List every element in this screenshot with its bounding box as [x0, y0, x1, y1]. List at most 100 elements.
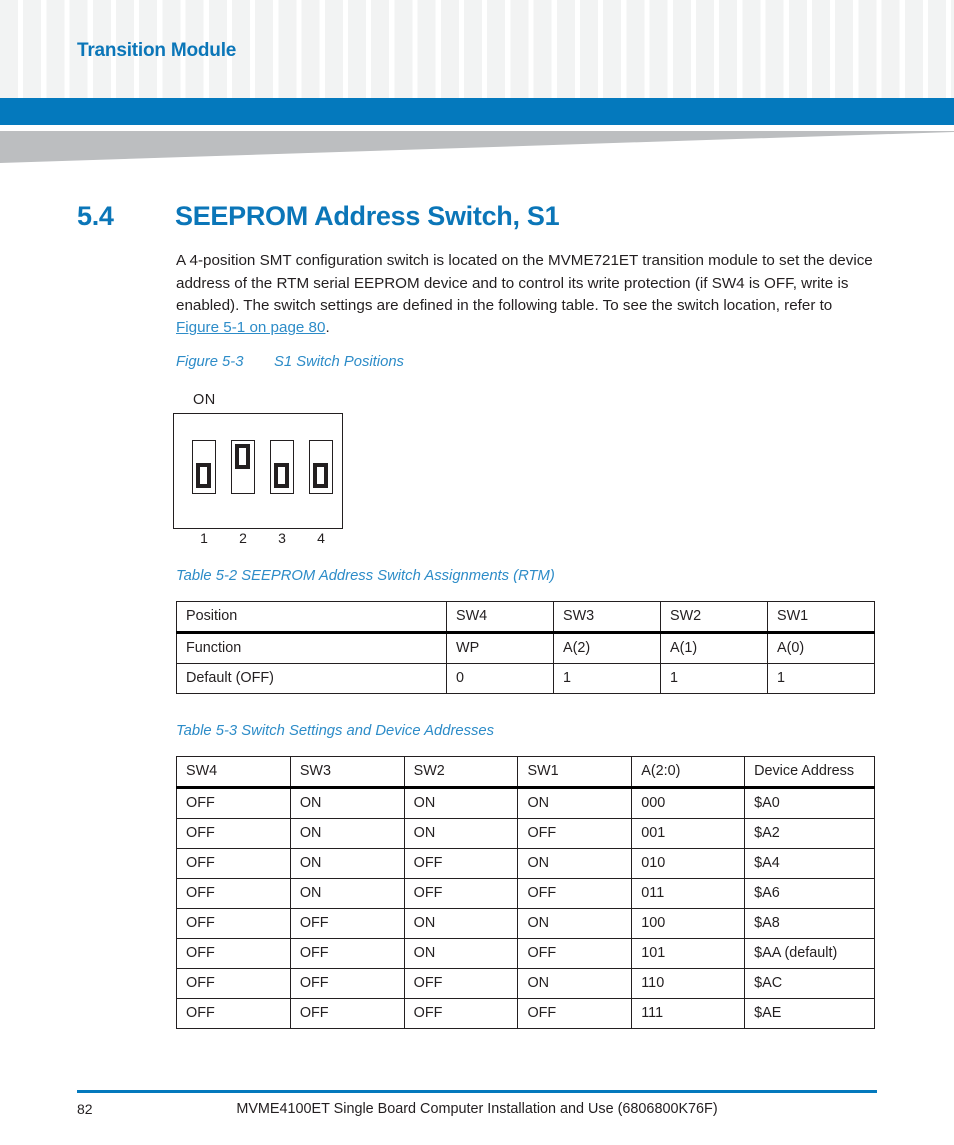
cell: $A4 — [744, 848, 875, 879]
cell: $A8 — [744, 908, 875, 939]
cell: ON — [517, 968, 633, 999]
cell: A(2) — [553, 632, 661, 664]
cell: 111 — [631, 998, 746, 1029]
cell: $AC — [744, 968, 875, 999]
table-row: OFF OFF OFF ON 110 $AC — [176, 968, 875, 999]
column-header-a20: A(2:0) — [631, 756, 746, 789]
dip-switch-slot-4[interactable] — [309, 440, 333, 494]
cell: A(0) — [767, 632, 875, 664]
column-header-sw4: SW4 — [446, 601, 554, 634]
cell: 100 — [631, 908, 746, 939]
dip-switch-toggle-3[interactable] — [273, 463, 289, 488]
cell: ON — [403, 818, 519, 849]
column-header-sw4: SW4 — [176, 756, 291, 789]
cell: OFF — [403, 878, 519, 909]
dip-switch-label-1: 1 — [200, 530, 208, 546]
header-gray-wedge — [0, 131, 954, 163]
table-row: OFF ON ON OFF 001 $A2 — [176, 818, 875, 849]
cell: 0 — [446, 663, 554, 694]
dip-switch-diagram: ON 1 2 3 4 — [173, 392, 373, 546]
intro-paragraph: A 4-position SMT configuration switch is… — [176, 250, 876, 340]
cell: $AA (default) — [744, 938, 875, 969]
cell: WP — [446, 632, 554, 664]
cell: OFF — [176, 998, 291, 1029]
table-row: OFF ON OFF ON 010 $A4 — [176, 848, 875, 879]
dip-switch-slot-3[interactable] — [270, 440, 294, 494]
cell: ON — [403, 787, 519, 819]
cell: OFF — [289, 938, 405, 969]
table-row: OFF OFF OFF OFF 111 $AE — [176, 998, 875, 1029]
footer-document-title: MVME4100ET Single Board Computer Install… — [236, 1101, 718, 1117]
cell: OFF — [176, 818, 291, 849]
cell: 1 — [553, 663, 661, 694]
cell: 011 — [631, 878, 746, 909]
paragraph-text-part-2: . — [325, 319, 330, 337]
table-header-row: SW4 SW3 SW2 SW1 A(2:0) Device Address — [176, 756, 875, 789]
table-row: Default (OFF) 0 1 1 1 — [176, 663, 875, 694]
cell: OFF — [403, 998, 519, 1029]
cell: ON — [517, 908, 633, 939]
cell: OFF — [176, 878, 291, 909]
running-header-title: Transition Module — [77, 40, 237, 61]
cell: ON — [403, 938, 519, 969]
cell: ON — [517, 787, 633, 819]
column-header-sw1: SW1 — [767, 601, 875, 634]
table-5-2: Position SW4 SW3 SW2 SW1 Function WP A(2… — [176, 601, 875, 694]
section-title: SEEPROM Address Switch, S1 — [175, 201, 560, 232]
figure-5-1-crossref-link[interactable]: Figure 5-1 on page 80 — [176, 319, 325, 336]
column-header-sw1: SW1 — [517, 756, 633, 789]
cell: ON — [289, 878, 405, 909]
table-row: OFF ON OFF OFF 011 $A6 — [176, 878, 875, 909]
header-blue-bar — [0, 98, 954, 125]
cell: OFF — [517, 938, 633, 969]
cell: OFF — [289, 908, 405, 939]
cell: OFF — [176, 787, 291, 819]
dip-switch-slot-1[interactable] — [192, 440, 216, 494]
figure-number: Figure 5-3 — [176, 354, 244, 370]
cell: 101 — [631, 938, 746, 969]
paragraph-text-part-1: A 4-position SMT configuration switch is… — [176, 252, 873, 314]
cell: OFF — [517, 818, 633, 849]
column-header-position: Position — [176, 601, 447, 634]
dip-switch-toggle-4[interactable] — [312, 463, 328, 488]
cell: OFF — [289, 998, 405, 1029]
figure-caption: Figure 5-3 S1 Switch Positions — [176, 354, 404, 370]
cell: OFF — [289, 968, 405, 999]
dip-switch-label-4: 4 — [317, 530, 325, 546]
column-header-device-address: Device Address — [744, 756, 875, 789]
cell: ON — [403, 908, 519, 939]
dip-switch-toggle-1[interactable] — [195, 463, 211, 488]
cell: 010 — [631, 848, 746, 879]
cell: $A0 — [744, 787, 875, 819]
dip-switch-on-label: ON — [193, 392, 216, 408]
cell: OFF — [403, 968, 519, 999]
table-row: OFF ON ON ON 000 $A0 — [176, 787, 875, 819]
cell: 000 — [631, 787, 746, 819]
column-header-sw3: SW3 — [289, 756, 405, 789]
cell: 1 — [767, 663, 875, 694]
dip-switch-label-2: 2 — [239, 530, 247, 546]
cell: OFF — [176, 908, 291, 939]
cell: A(1) — [660, 632, 768, 664]
figure-title: S1 Switch Positions — [274, 354, 404, 370]
section-number: 5.4 — [77, 201, 114, 232]
column-header-sw2: SW2 — [403, 756, 519, 789]
dip-switch-slot-2[interactable] — [231, 440, 255, 494]
cell: ON — [289, 818, 405, 849]
table-row: OFF OFF ON ON 100 $A8 — [176, 908, 875, 939]
table-header-row: Position SW4 SW3 SW2 SW1 — [176, 601, 875, 634]
table-5-2-caption: Table 5-2 SEEPROM Address Switch Assignm… — [176, 568, 555, 584]
cell: 001 — [631, 818, 746, 849]
cell: OFF — [176, 968, 291, 999]
cell: Default (OFF) — [176, 663, 447, 694]
dip-switch-toggle-2[interactable] — [234, 443, 250, 469]
page-title: 5.4 SEEPROM Address Switch, S1 — [77, 201, 897, 232]
cell: ON — [517, 848, 633, 879]
cell: OFF — [176, 848, 291, 879]
dip-switch-housing: 1 2 3 4 — [173, 413, 343, 546]
cell: Function — [176, 632, 447, 664]
cell: ON — [289, 848, 405, 879]
dip-switch-label-3: 3 — [278, 530, 286, 546]
cell: $A6 — [744, 878, 875, 909]
cell: $AE — [744, 998, 875, 1029]
